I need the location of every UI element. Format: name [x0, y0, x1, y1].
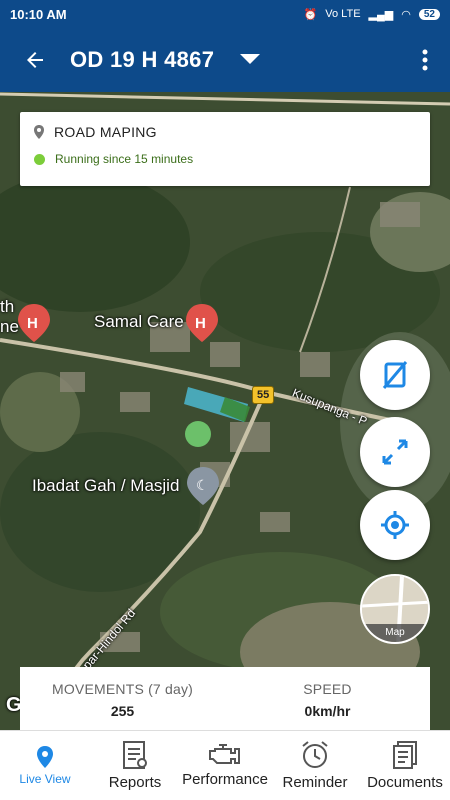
map-label-samal-care: Samal Care [94, 312, 184, 331]
network-label: Vo LTE [325, 8, 361, 20]
speed-stat: SPEED 0km/hr [225, 667, 430, 730]
vehicle-info-card[interactable]: ROAD MAPING Running since 15 minutes [20, 112, 430, 186]
documents-icon [393, 741, 417, 769]
location-pin-icon [37, 745, 53, 768]
vehicle-number: OD 19 H 4867 [70, 47, 215, 72]
back-button[interactable] [0, 28, 70, 92]
map-label-masjid: Ibadat Gah / Masjid [32, 476, 180, 495]
expand-icon [382, 439, 408, 465]
caret-down-icon [240, 53, 261, 64]
nav-performance[interactable]: Performance [180, 731, 270, 800]
nav-label-performance: Performance [182, 771, 268, 788]
road-number-badge: 55 [252, 386, 275, 404]
movements-value: 255 [110, 703, 135, 719]
back-arrow-icon [27, 52, 43, 68]
gps-crosshair-icon [381, 511, 409, 539]
overflow-menu-button[interactable] [400, 28, 450, 92]
nav-reminder[interactable]: Reminder [270, 731, 360, 800]
map-type-toggle[interactable]: Map [360, 574, 430, 644]
battery-level: 52 [418, 8, 440, 20]
map-label-partial-1: th [0, 297, 15, 316]
report-document-icon [123, 741, 147, 769]
nav-reports[interactable]: Reports [90, 731, 180, 800]
running-status-dot [34, 153, 45, 165]
speed-value: 0km/hr [304, 703, 351, 719]
nav-label-documents: Documents [367, 774, 443, 791]
nav-documents[interactable]: Documents [360, 731, 450, 800]
signal-icon: ▂▄▆ [368, 8, 394, 21]
location-name: ROAD MAPING [54, 124, 157, 140]
status-indicators: ⏰ Vo LTE ▂▄▆ ◠ 52 [304, 8, 440, 21]
svg-text:☾: ☾ [196, 477, 209, 493]
speed-label: SPEED [303, 681, 352, 697]
toggle-tracking-button[interactable] [360, 340, 430, 410]
more-vert-icon [422, 49, 428, 71]
app-bar: OD 19 H 4867 [0, 28, 450, 92]
map-toggle-label: Map [362, 624, 428, 642]
map-label-partial-2: ne [0, 317, 19, 336]
alarm-clock-icon [302, 741, 328, 768]
nav-label-reports: Reports [108, 774, 162, 791]
location-off-icon [382, 361, 408, 389]
fullscreen-button[interactable] [360, 417, 430, 487]
svg-text:H: H [195, 315, 206, 332]
movements-label: MOVEMENTS (7 day) [51, 681, 194, 697]
location-pin-icon [34, 125, 44, 139]
vehicle-dropdown-button[interactable] [240, 50, 261, 71]
status-time: 10:10 AM [10, 6, 67, 22]
engine-icon [209, 744, 240, 764]
movements-stat: MOVEMENTS (7 day) 255 [20, 667, 225, 730]
running-status-text: Running since 15 minutes [55, 152, 194, 166]
status-bar: 10:10 AM ⏰ Vo LTE ▂▄▆ ◠ 52 [0, 0, 450, 28]
svg-text:H: H [27, 315, 38, 332]
nav-label-reminder: Reminder [282, 774, 348, 791]
nav-label-live-view: Live View [19, 771, 71, 786]
nav-live-view[interactable]: Live View [0, 731, 90, 800]
alarm-icon: ⏰ [303, 8, 318, 21]
bottom-navigation: Live View Reports Performance Reminder D… [0, 730, 450, 800]
stats-card: MOVEMENTS (7 day) 255 SPEED 0km/hr [20, 667, 430, 730]
my-location-button[interactable] [360, 490, 430, 560]
wifi-icon: ◠ [401, 8, 411, 21]
